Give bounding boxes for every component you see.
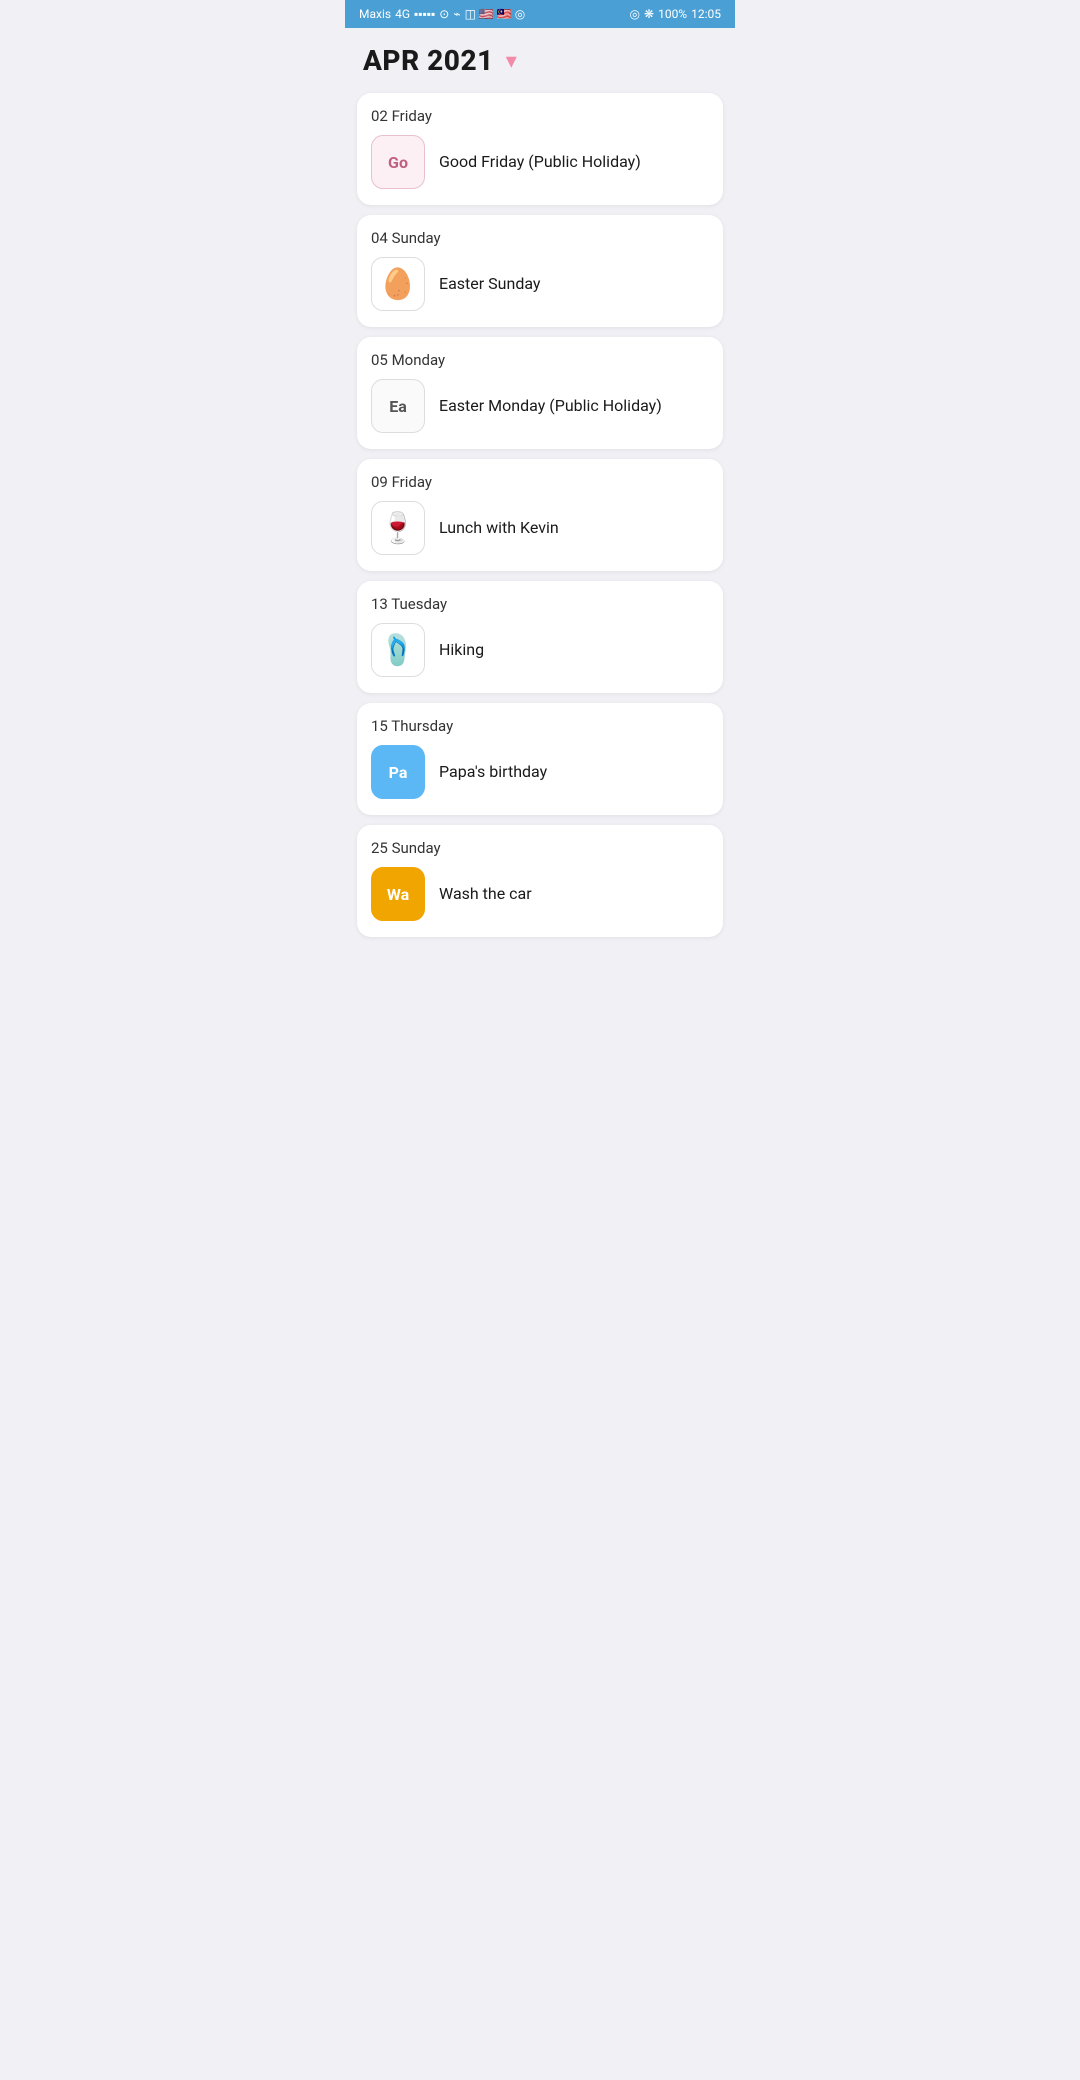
event-date: 04 Sunday [371, 229, 709, 247]
event-card[interactable]: 13 Tuesday 🩴 Hiking [357, 581, 723, 693]
eye-icon: ◎ [630, 7, 640, 21]
event-card[interactable]: 15 Thursday Pa Papa's birthday [357, 703, 723, 815]
event-icon: 🩴 [371, 623, 425, 677]
event-date: 25 Sunday [371, 839, 709, 857]
calendar-header: APR 2021 ▾ [345, 28, 735, 89]
event-title: Easter Sunday [439, 274, 541, 295]
event-icon: 🍷 [371, 501, 425, 555]
battery-label: 100% [658, 7, 687, 21]
event-title: Easter Monday (Public Holiday) [439, 396, 662, 417]
event-icon: 🥚 [371, 257, 425, 311]
signal-icons: ▪▪▪▪▪ [414, 7, 435, 21]
event-card[interactable]: 05 Monday Ea Easter Monday (Public Holiday… [357, 337, 723, 449]
month-year-title: APR 2021 [363, 44, 494, 77]
wifi-icon: ⊙ [439, 7, 449, 21]
event-title: Hiking [439, 640, 484, 661]
event-date: 15 Thursday [371, 717, 709, 735]
status-right: ◎ ❋ 100% 12:05 [630, 7, 721, 21]
event-icon: Pa [371, 745, 425, 799]
chevron-down-icon[interactable]: ▾ [506, 49, 517, 74]
event-title: Good Friday (Public Holiday) [439, 152, 641, 173]
event-card[interactable]: 02 Friday Go Good Friday (Public Holiday) [357, 93, 723, 205]
event-card[interactable]: 09 Friday 🍷 Lunch with Kevin [357, 459, 723, 571]
events-list: 02 FridayGoGood Friday (Public Holiday)0… [345, 89, 735, 957]
event-date: 02 Friday [371, 107, 709, 125]
event-icon: Wa [371, 867, 425, 921]
signal-label: 4G [395, 7, 410, 21]
event-date: 13 Tuesday [371, 595, 709, 613]
status-icons: ◫ 🇺🇸 🇲🇾 ◎ [465, 7, 526, 21]
bluetooth-icon: ❋ [644, 7, 654, 21]
event-card[interactable]: 25 Sunday Wa Wash the car [357, 825, 723, 937]
carrier-label: Maxis [359, 7, 391, 21]
time-label: 12:05 [691, 7, 721, 21]
event-date: 09 Friday [371, 473, 709, 491]
usb-icon: ⌁ [453, 7, 460, 21]
event-title: Lunch with Kevin [439, 518, 559, 539]
event-icon: Ea [371, 379, 425, 433]
status-bar: Maxis 4G ▪▪▪▪▪ ⊙ ⌁ ◫ 🇺🇸 🇲🇾 ◎ ◎ ❋ 100% 12… [345, 0, 735, 28]
event-title: Wash the car [439, 884, 532, 905]
event-date: 05 Monday [371, 351, 709, 369]
event-card[interactable]: 04 Sunday 🥚 Easter Sunday [357, 215, 723, 327]
event-title: Papa's birthday [439, 762, 547, 783]
status-left: Maxis 4G ▪▪▪▪▪ ⊙ ⌁ ◫ 🇺🇸 🇲🇾 ◎ [359, 7, 525, 21]
event-icon: Go [371, 135, 425, 189]
